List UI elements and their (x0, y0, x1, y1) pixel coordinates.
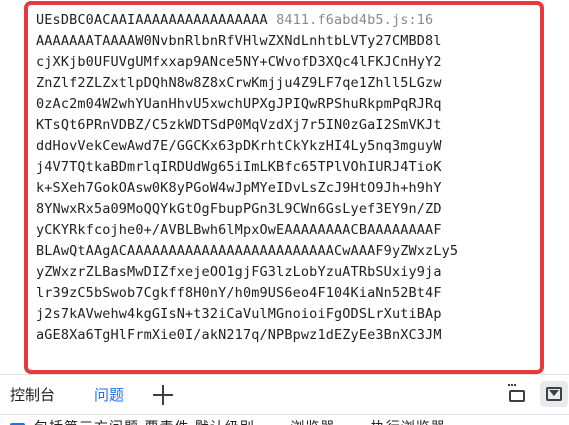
log-line: BLAwQtAAgACAAAAAAAAAAAAAAAAAAAAAAAAACwAA… (36, 243, 459, 259)
tab-issues[interactable]: 问题 (94, 375, 124, 415)
drawer-tab-bar: 控制台 问题 (0, 374, 569, 415)
log-line: lr39zC5bSwob7Cgkff8H0nY/h0m9US6eo4F104Ki… (36, 285, 442, 301)
dock-dots (508, 384, 516, 389)
log-line: AAAAAAATAAAAW0NvbnRlbnRfVHlwZXNdLnhtbLVT… (36, 33, 442, 49)
filter-label: 包括第三方问题 要素件 默认级别 ……浏览器 ……执行浏览器 (34, 417, 446, 425)
issues-filter-bar: 包括第三方问题 要素件 默认级别 ……浏览器 ……执行浏览器 (0, 414, 569, 425)
log-line: k+SXeh7GokOAsw0K8yPGoW4wJpMYeIDvLsZcJ9Ht… (36, 180, 442, 196)
log-line: ddHovVekCewAwd7E/GGCKx63pDKrhtCkYkzHI4Ly… (36, 138, 442, 154)
highlighted-log-entry[interactable]: UEsDBC0ACAAIAAAAAAAAAAAAAAAA 8411.f6abd4… (24, 1, 544, 374)
log-line: yCKYRkfcojhe0+/AVBLBwh6lMpxOwEAAAAAAAACB… (36, 222, 442, 238)
tab-console[interactable]: 控制台 (10, 375, 55, 415)
log-line: 0zAc2m04W2whYUanHhvU5xwchUPXgJPIQwRPShuR… (36, 96, 442, 112)
source-link[interactable]: 8411.f6abd4b5.js:16 (276, 12, 433, 28)
log-line: j4V7TQtkaBDmrlqIRDUdWg65iImLKBfc65TPlVOh… (36, 159, 442, 175)
log-line: KTsQt6PRnVDBZ/C5zkWDTSdP0MqVzdXj7r5IN0zG… (36, 117, 442, 133)
log-line: 8YNwxRx5a09MoQQYkGtOgFbupPGn3L9CWn6GsLye… (36, 201, 442, 217)
close-drawer-arrow (549, 390, 559, 396)
close-drawer-icon[interactable] (540, 381, 568, 407)
log-line: aGE8Xa6TgHlFrmXie0I/akN217q/NPBpwz1dEZyE… (36, 327, 442, 343)
log-line-first: UEsDBC0ACAAIAAAAAAAAAAAAAAAA 8411.f6abd4… (36, 10, 540, 31)
dock-side-icon[interactable] (505, 383, 529, 407)
log-line: j2s7kAVwehw4kgGIsN+t32iCaVulMGnoioiFgODS… (36, 306, 442, 322)
console-output[interactable]: UEsDBC0ACAAIAAAAAAAAAAAAAAAA 8411.f6abd4… (0, 0, 569, 374)
log-line: cjXKjb0UFUVgUMfxxap9ANce5NY+CWvofD3XQc4l… (36, 54, 442, 70)
dock-frame (509, 390, 525, 402)
plus-icon[interactable] (152, 384, 174, 406)
devtools-panel: UEsDBC0ACAAIAAAAAAAAAAAAAAAA 8411.f6abd4… (0, 0, 569, 425)
log-line: ZnZlf2ZLZxtlpDQhN8w8Z8xCrwKmjju4Z9LF7qe1… (36, 75, 442, 91)
log-line: yZWxzrZLBasMwDIZfxejeOO1gjFG3lzLobYzuATR… (36, 264, 442, 280)
log-line-text: UEsDBC0ACAAIAAAAAAAAAAAAAAAA (36, 12, 277, 28)
